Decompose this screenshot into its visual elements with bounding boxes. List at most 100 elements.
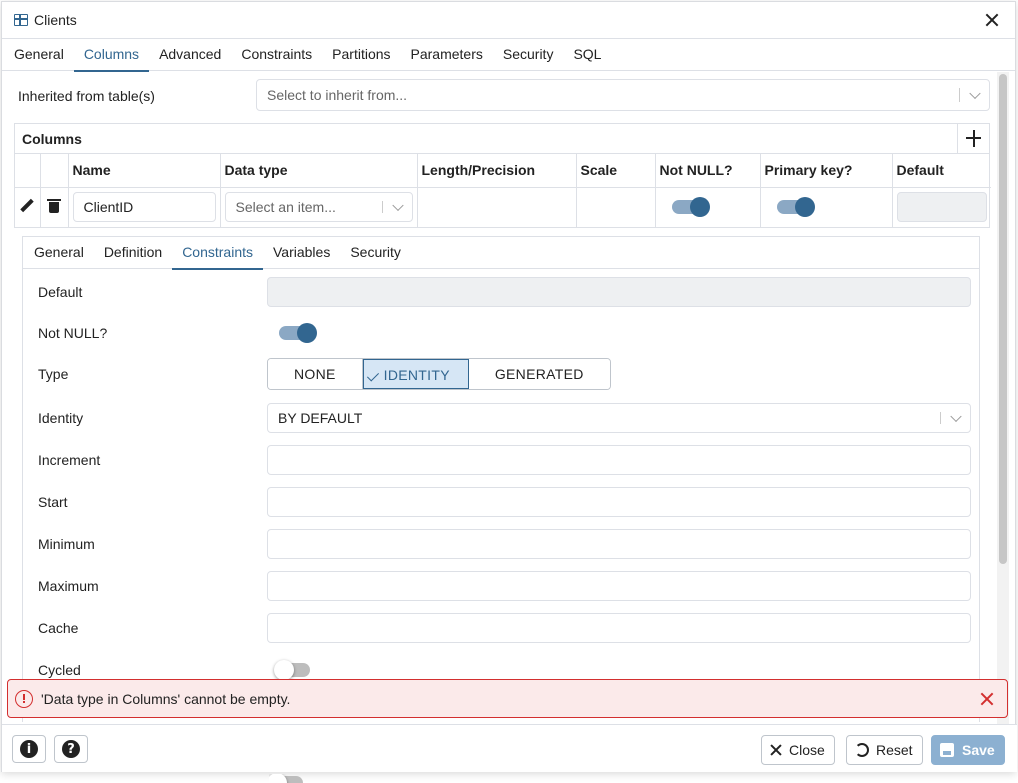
subtab-constraints[interactable]: Constraints bbox=[172, 237, 263, 270]
tab-security[interactable]: Security bbox=[493, 39, 564, 70]
info-button[interactable]: i bbox=[12, 735, 46, 763]
default-label: Default bbox=[38, 284, 83, 300]
close-icon bbox=[770, 744, 782, 756]
scale-cell[interactable] bbox=[576, 187, 656, 227]
type-identity-button[interactable]: IDENTITY bbox=[362, 359, 469, 389]
subtab-variables[interactable]: Variables bbox=[263, 237, 340, 268]
column-name-input[interactable]: ClientID bbox=[72, 192, 216, 223]
cycled-toggle[interactable] bbox=[274, 660, 312, 680]
type-segmented-control: NONE IDENTITY GENERATED bbox=[267, 358, 611, 390]
primary-key-toggle[interactable] bbox=[776, 196, 815, 217]
reset-label: Reset bbox=[876, 742, 913, 758]
data-type-select[interactable]: Select an item... bbox=[224, 192, 413, 223]
header-primary-key: Primary key? bbox=[760, 154, 893, 188]
primary-key-cell bbox=[760, 187, 893, 227]
constraint-default-input bbox=[267, 277, 971, 307]
maximum-row: Maximum bbox=[38, 570, 971, 602]
tab-general[interactable]: General bbox=[4, 39, 74, 70]
tab-partitions[interactable]: Partitions bbox=[322, 39, 400, 70]
constraint-not-null-toggle[interactable] bbox=[279, 323, 317, 343]
maximum-label: Maximum bbox=[38, 578, 99, 594]
table-icon bbox=[14, 14, 28, 26]
tab-columns[interactable]: Columns bbox=[73, 39, 150, 72]
maximum-input[interactable] bbox=[267, 571, 971, 601]
select-separator bbox=[381, 201, 383, 214]
columns-header: Columns bbox=[15, 124, 989, 154]
start-label: Start bbox=[38, 494, 68, 510]
identity-label: Identity bbox=[38, 410, 84, 426]
dialog-title: Clients bbox=[34, 12, 77, 28]
help-button[interactable]: ? bbox=[54, 735, 88, 763]
subtab-definition[interactable]: Definition bbox=[94, 237, 172, 268]
header-scale: Scale bbox=[576, 154, 656, 188]
header-name: Name bbox=[68, 154, 221, 188]
tab-constraints[interactable]: Constraints bbox=[231, 39, 322, 70]
default-cell bbox=[892, 187, 991, 227]
increment-input[interactable] bbox=[267, 445, 971, 475]
type-row: Type NONE IDENTITY GENERATED bbox=[38, 358, 971, 390]
save-label: Save bbox=[962, 742, 995, 758]
select-separator bbox=[940, 412, 941, 424]
reset-icon bbox=[855, 743, 869, 757]
error-message: 'Data type in Columns' cannot be empty. bbox=[41, 690, 291, 707]
default-row: Default bbox=[38, 276, 971, 308]
columns-panel: Columns Name Data type Length/Precision … bbox=[14, 123, 991, 228]
tab-advanced[interactable]: Advanced bbox=[149, 39, 231, 70]
save-icon bbox=[940, 743, 954, 757]
type-identity-label: IDENTITY bbox=[383, 367, 450, 383]
columns-table: Name Data type Length/Precision Scale No… bbox=[15, 154, 991, 227]
dismiss-alert-icon[interactable] bbox=[979, 691, 995, 707]
subtab-security[interactable]: Security bbox=[340, 237, 411, 268]
not-null-label: Not NULL? bbox=[38, 325, 108, 341]
default-input bbox=[896, 192, 987, 223]
error-alert: 'Data type in Columns' cannot be empty. bbox=[7, 679, 1008, 718]
toggle-peek bbox=[269, 774, 305, 783]
reset-button[interactable]: Reset bbox=[846, 735, 923, 765]
identity-select[interactable]: BY DEFAULT bbox=[267, 403, 971, 433]
error-icon bbox=[15, 689, 33, 708]
cache-input[interactable] bbox=[267, 613, 971, 643]
cache-label: Cache bbox=[38, 620, 79, 636]
data-type-cell: Select an item... bbox=[220, 187, 418, 227]
tab-sql[interactable]: SQL bbox=[563, 39, 611, 70]
type-none-button[interactable]: NONE bbox=[268, 359, 363, 389]
trash-icon[interactable] bbox=[46, 198, 62, 214]
save-button[interactable]: Save bbox=[931, 735, 1005, 765]
scrollbar-thumb[interactable] bbox=[999, 74, 1007, 564]
chevron-down-icon bbox=[950, 410, 962, 423]
close-button[interactable]: Close bbox=[761, 735, 835, 765]
sub-tabs: General Definition Constraints Variables… bbox=[23, 237, 979, 270]
check-icon bbox=[366, 369, 379, 382]
subtab-general[interactable]: General bbox=[24, 237, 94, 268]
increment-row: Increment bbox=[38, 444, 971, 476]
tab-parameters[interactable]: Parameters bbox=[401, 39, 493, 70]
table-row: ClientID Select an item... bbox=[15, 187, 991, 227]
minimum-row: Minimum bbox=[38, 528, 971, 560]
main-tabs: General Columns Advanced Constraints Par… bbox=[2, 39, 1015, 72]
select-separator bbox=[959, 88, 960, 102]
close-label: Close bbox=[789, 742, 825, 758]
dialog-footer: i ? Close Reset Save bbox=[2, 724, 1017, 772]
type-label: Type bbox=[38, 366, 69, 382]
start-row: Start bbox=[38, 486, 971, 518]
header-data-type: Data type bbox=[220, 154, 418, 188]
info-icon: i bbox=[20, 740, 38, 758]
table-dialog: Clients General Columns Advanced Constra… bbox=[1, 1, 1017, 772]
minimum-input[interactable] bbox=[267, 529, 971, 559]
header-default: Default bbox=[892, 154, 991, 188]
add-column-button[interactable] bbox=[957, 124, 989, 153]
type-generated-button[interactable]: GENERATED bbox=[468, 359, 610, 389]
length-cell[interactable] bbox=[417, 187, 577, 227]
close-icon[interactable] bbox=[983, 11, 1001, 29]
inherit-select[interactable]: Select to inherit from... bbox=[256, 79, 990, 111]
pencil-icon[interactable] bbox=[19, 198, 35, 214]
not-null-toggle[interactable] bbox=[671, 196, 710, 217]
identity-value: BY DEFAULT bbox=[278, 410, 363, 426]
help-icon: ? bbox=[62, 740, 80, 758]
start-input[interactable] bbox=[267, 487, 971, 517]
header-not-null: Not NULL? bbox=[655, 154, 761, 188]
hidden-toggle-peek bbox=[269, 774, 309, 783]
cycled-label: Cycled bbox=[38, 662, 81, 678]
data-type-placeholder: Select an item... bbox=[235, 199, 336, 216]
chevron-down-icon bbox=[391, 199, 404, 212]
